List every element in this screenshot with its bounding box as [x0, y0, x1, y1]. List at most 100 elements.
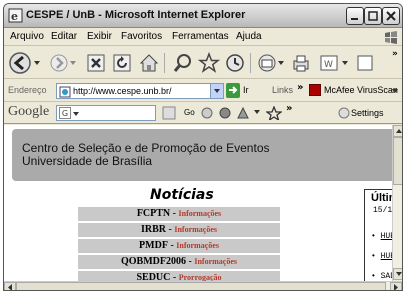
go-arrow-icon [229, 86, 238, 94]
go-label[interactable]: Ir [243, 85, 249, 95]
latest-news-link-text[interactable]: HUB [381, 252, 392, 261]
latest-news-link[interactable]: • SAD [371, 272, 392, 281]
address-bar: Endereço http://www.cespe.unb.br/ Ir Lin… [4, 80, 402, 102]
favorites-star-icon[interactable] [198, 52, 220, 74]
chevron-left-icon [8, 284, 12, 290]
news-item[interactable]: PMDF - Informações [78, 239, 280, 253]
minimize-icon [351, 18, 358, 20]
scroll-right-button[interactable] [390, 282, 402, 290]
news-item[interactable]: SEDUC - Prorrogação [78, 271, 280, 281]
google-go-icon[interactable] [162, 106, 176, 120]
toolbar-separator [164, 53, 165, 73]
news-heading: Notícias [150, 187, 214, 203]
chevron-down-icon[interactable] [254, 106, 262, 116]
latest-news-link-text[interactable]: HUB [381, 232, 392, 241]
forward-dropdown-icon[interactable] [70, 59, 78, 67]
scroll-down-button[interactable] [393, 268, 402, 280]
mail-dropdown-icon[interactable] [278, 59, 286, 67]
back-dropdown-icon[interactable] [34, 59, 42, 67]
discuss-icon[interactable] [354, 52, 376, 74]
forward-icon[interactable] [50, 54, 68, 72]
mcafee-icon [309, 84, 321, 96]
page-content: Centro de Seleção e de Promoção de Event… [4, 125, 392, 281]
autofill-icon[interactable] [236, 106, 250, 120]
vertical-scroll-thumb[interactable] [393, 137, 402, 185]
latest-news-link[interactable]: • HUB [371, 252, 392, 261]
chevron-down-icon [396, 272, 402, 276]
edit-icon[interactable]: W [318, 52, 340, 74]
bookmark-star-icon[interactable] [266, 106, 282, 120]
latest-news-link[interactable]: • HUB [371, 232, 392, 241]
page-rank-icon[interactable] [200, 106, 214, 120]
mcafee-button[interactable]: McAfee VirusScan [324, 85, 398, 95]
google-toolbar: Google G Go » Settings [4, 102, 402, 124]
menu-exibir[interactable]: Exibir [87, 31, 112, 42]
search-icon[interactable] [172, 52, 194, 74]
minimize-button[interactable] [346, 7, 364, 25]
news-item-tag: Informações [178, 209, 222, 218]
latest-news-title: Últim [371, 192, 392, 204]
go-button[interactable] [226, 83, 240, 98]
menu-arquivo[interactable]: Arquivo [10, 31, 44, 42]
history-icon[interactable] [224, 52, 246, 74]
edit-dropdown-icon[interactable] [342, 59, 350, 67]
news-item-name: FCPTN [136, 208, 171, 219]
settings-icon [338, 107, 350, 119]
print-icon[interactable] [290, 52, 312, 74]
menu-favoritos[interactable]: Favoritos [121, 31, 162, 42]
header-banner: Centro de Seleção e de Promoção de Event… [12, 129, 392, 181]
close-icon [386, 11, 396, 21]
links-label[interactable]: Links [272, 85, 293, 95]
scroll-up-button[interactable] [393, 125, 402, 137]
scroll-left-button[interactable] [4, 282, 16, 290]
google-overflow-icon[interactable]: » [286, 103, 292, 114]
news-item[interactable]: FCPTN - Informações [78, 207, 280, 221]
latest-news-date: 15/12 [373, 206, 392, 215]
mcafee-dropdown-icon[interactable] [392, 87, 400, 95]
address-input[interactable]: http://www.cespe.unb.br/ [56, 83, 224, 99]
news-item[interactable]: QOBMDF2006 - Informações [78, 255, 280, 269]
windows-flag-icon [385, 31, 397, 44]
google-search-input[interactable]: G [56, 105, 156, 121]
address-label: Endereço [8, 85, 47, 95]
google-g-icon: G [59, 107, 71, 119]
home-icon[interactable] [138, 52, 160, 74]
chevron-down-icon [214, 89, 220, 93]
google-go-label[interactable]: Go [184, 108, 195, 117]
menu-ferramentas[interactable]: Ferramentas [172, 31, 229, 42]
horizontal-scrollbar[interactable] [4, 281, 402, 290]
news-item-name: SEDUC [136, 272, 171, 281]
close-button[interactable] [382, 7, 400, 25]
news-item-name: IRBR [140, 224, 166, 235]
maximize-icon [368, 11, 378, 21]
chevron-up-icon [396, 129, 402, 133]
banner-text: Centro de Seleção e de Promoção de Event… [22, 142, 270, 168]
horizontal-scroll-thumb[interactable] [16, 282, 386, 290]
menu-ajuda[interactable]: Ajuda [236, 31, 262, 42]
back-icon[interactable] [8, 51, 32, 75]
latest-news-link-text[interactable]: SAD [381, 272, 392, 281]
vertical-scrollbar[interactable] [392, 125, 402, 281]
block-popups-icon[interactable] [218, 106, 232, 120]
title-bar: e CESPE / UnB - Microsoft Internet Explo… [4, 4, 402, 28]
menu-editar[interactable]: Editar [51, 31, 77, 42]
news-item[interactable]: IRBR - Informações [78, 223, 280, 237]
settings-button[interactable]: Settings [351, 108, 384, 118]
menu-bar: Arquivo Editar Exibir Favoritos Ferramen… [4, 28, 402, 46]
maximize-button[interactable] [364, 7, 382, 25]
browser-window: e CESPE / UnB - Microsoft Internet Explo… [3, 3, 403, 291]
refresh-icon[interactable] [112, 53, 132, 73]
news-item-tag: Prorrogação [178, 273, 222, 281]
news-item-name: QOBMDF2006 [121, 256, 186, 267]
mail-icon[interactable] [256, 52, 278, 74]
window-title: CESPE / UnB - Microsoft Internet Explore… [26, 9, 246, 21]
address-dropdown-button[interactable] [210, 84, 223, 98]
chevron-right-icon [394, 284, 398, 290]
links-overflow-icon[interactable]: » [297, 82, 303, 93]
toolbar-overflow-icon[interactable]: » [392, 49, 398, 59]
ie-icon: e [8, 8, 23, 23]
banner-line-2: Universidade de Brasília [22, 154, 153, 168]
chevron-down-icon[interactable] [73, 111, 81, 119]
standard-toolbar: W » [4, 47, 402, 79]
stop-icon[interactable] [86, 53, 106, 73]
